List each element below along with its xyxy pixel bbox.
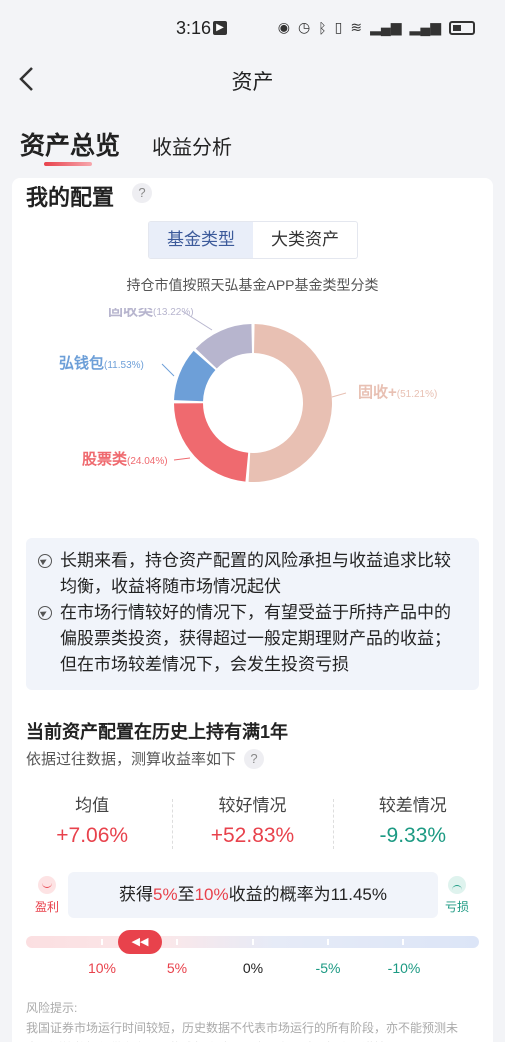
slice-label: 股票类(24.04%) — [82, 450, 168, 468]
tips-box: 长期来看，持仓资产配置的风险承担与收益追求比较均衡，收益将随市场情况起伏 在市场… — [26, 538, 479, 690]
segment-caption: 持仓市值按照天弘基金APP基金类型分类 — [126, 277, 379, 293]
stat-value: +7.06% — [56, 824, 129, 847]
probability-box: 获得5%至10%收益的概率为11.45% — [68, 872, 438, 918]
prob-high: 10% — [194, 885, 229, 904]
alarm-icon: ◷ — [298, 19, 311, 35]
risk-notice: 风险提示: 我国证券市场运行时间较短，历史数据不代表市场运行的所有阶段，亦不能预… — [26, 998, 479, 1042]
stat-good: 较好情况 +52.83% — [172, 791, 332, 861]
scale-label: -10% — [387, 960, 421, 976]
risk-title: 风险提示: — [26, 1001, 78, 1015]
tip-icon — [38, 606, 52, 620]
segment-fund-type[interactable]: 基金类型 — [149, 222, 253, 258]
profit-indicator: 盈利 — [34, 876, 60, 915]
history-subtitle: 依据过往数据，测算收益率如下 ? — [26, 748, 265, 769]
slider-tick — [402, 939, 404, 945]
eye-icon: ◉ — [277, 19, 291, 35]
scale-label: 0% — [242, 960, 264, 976]
page-title: 资产 — [231, 71, 274, 94]
stat-mean: 均值 +7.06% — [12, 791, 172, 861]
stat-value: -9.33% — [379, 824, 447, 847]
bluetooth-icon: ᛒ — [318, 19, 327, 36]
slider-tick — [101, 939, 103, 945]
frown-icon — [448, 876, 466, 894]
history-subtitle-text: 依据过往数据，测算收益率如下 — [26, 751, 237, 768]
range-slider[interactable]: ◀◀ — [26, 930, 479, 954]
signal-icon: ▂▄▆ — [370, 19, 402, 35]
battery-icon — [449, 20, 475, 35]
prob-low: 5% — [152, 885, 178, 904]
loss-label: 亏损 — [444, 900, 469, 914]
signal-2-icon: ▂▄▆ — [409, 19, 441, 35]
slice-label: 固收+(51.21%) — [358, 383, 437, 401]
stat-label: 均值 — [75, 796, 110, 815]
tip-item: 在市场行情较好的情况下，有望受益于所持产品中的偏股票类投资，获得超过一般定期理财… — [38, 600, 467, 678]
help-icon[interactable]: ? — [132, 183, 152, 203]
stat-label: 较差情况 — [378, 796, 447, 815]
segment-asset-class[interactable]: 大类资产 — [253, 222, 357, 258]
label-leader-line — [161, 363, 175, 377]
status-icons: ◉ ◷ ᛒ ▯ ≋ ▂▄▆ ▂▄▆ — [278, 19, 475, 36]
loss-indicator: 亏损 — [444, 876, 470, 915]
stat-value: +52.83% — [210, 824, 295, 847]
status-bar: 3:16 ▶ ◉ ◷ ᛒ ▯ ≋ ▂▄▆ ▂▄▆ — [0, 0, 505, 56]
slice-label: 固收类(13.22%) — [108, 308, 194, 319]
slider-thumb[interactable]: ◀◀ — [118, 930, 162, 954]
tab-overview[interactable]: 资产总览 — [20, 126, 120, 162]
donut-slice-1 — [174, 403, 249, 482]
risk-text: 我国证券市场运行时间较短，历史数据不代表市场运行的所有阶段，亦不能预测未来，测算… — [26, 1021, 459, 1042]
prob-mid: 至 — [177, 885, 195, 904]
nav-bar: 资产 — [0, 56, 505, 104]
scale-label: 10% — [87, 960, 117, 976]
profit-label: 盈利 — [34, 900, 59, 914]
prob-prefix: 获得 — [118, 885, 153, 904]
vibrate-icon: ▯ — [334, 19, 343, 35]
stats-row: 均值 +7.06% 较好情况 +52.83% 较差情况 -9.33% — [12, 791, 493, 861]
help-icon[interactable]: ? — [244, 748, 265, 769]
tip-text: 在市场行情较好的情况下，有望受益于所持产品中的偏股票类投资，获得超过一般定期理财… — [60, 603, 451, 674]
stat-bad: 较差情况 -9.33% — [332, 791, 493, 861]
slider-tick — [176, 939, 178, 945]
allocation-card: 我的配置 ? 基金类型 大类资产 持仓市值按照天弘基金APP基金类型分类 固收+… — [12, 178, 493, 1042]
slider-scale: 10% 5% 0% -5% -10% — [12, 960, 493, 980]
tab-underline — [44, 162, 92, 166]
prob-suffix: 收益的概率为11.45% — [228, 885, 387, 904]
scale-label: -5% — [315, 960, 341, 976]
tip-text: 长期来看，持仓资产配置的风险承担与收益追求比较均衡，收益将随市场情况起伏 — [60, 551, 451, 596]
scale-label: 5% — [166, 960, 188, 976]
donut-chart: 固收+(51.21%) 股票类(24.04%) 弘钱包(11.53%) 固收类(13.… — [59, 308, 437, 482]
tab-bar: 资产总览 收益分析 — [0, 118, 505, 176]
wifi-icon: ≋ — [350, 19, 363, 35]
segment-control: 基金类型 大类资产 — [148, 221, 358, 259]
slider-tick — [252, 939, 254, 945]
stat-label: 较好情况 — [218, 796, 287, 815]
status-time: 3:16 — [176, 18, 212, 38]
tip-item: 长期来看，持仓资产配置的风险承担与收益追求比较均衡，收益将随市场情况起伏 — [38, 548, 467, 600]
tip-icon — [38, 554, 52, 568]
notification-icon: ▶ — [213, 21, 227, 35]
tab-income-analysis[interactable]: 收益分析 — [152, 131, 232, 160]
label-leader-line — [173, 457, 191, 461]
smile-icon — [38, 876, 56, 894]
label-leader-line — [331, 392, 347, 398]
donut-slice-0 — [248, 324, 332, 482]
slice-label: 弘钱包(11.53%) — [59, 354, 144, 372]
history-title: 当前资产配置在历史上持有满1年 — [26, 722, 289, 742]
slider-tick — [327, 939, 329, 945]
section-title: 我的配置 — [26, 185, 115, 210]
